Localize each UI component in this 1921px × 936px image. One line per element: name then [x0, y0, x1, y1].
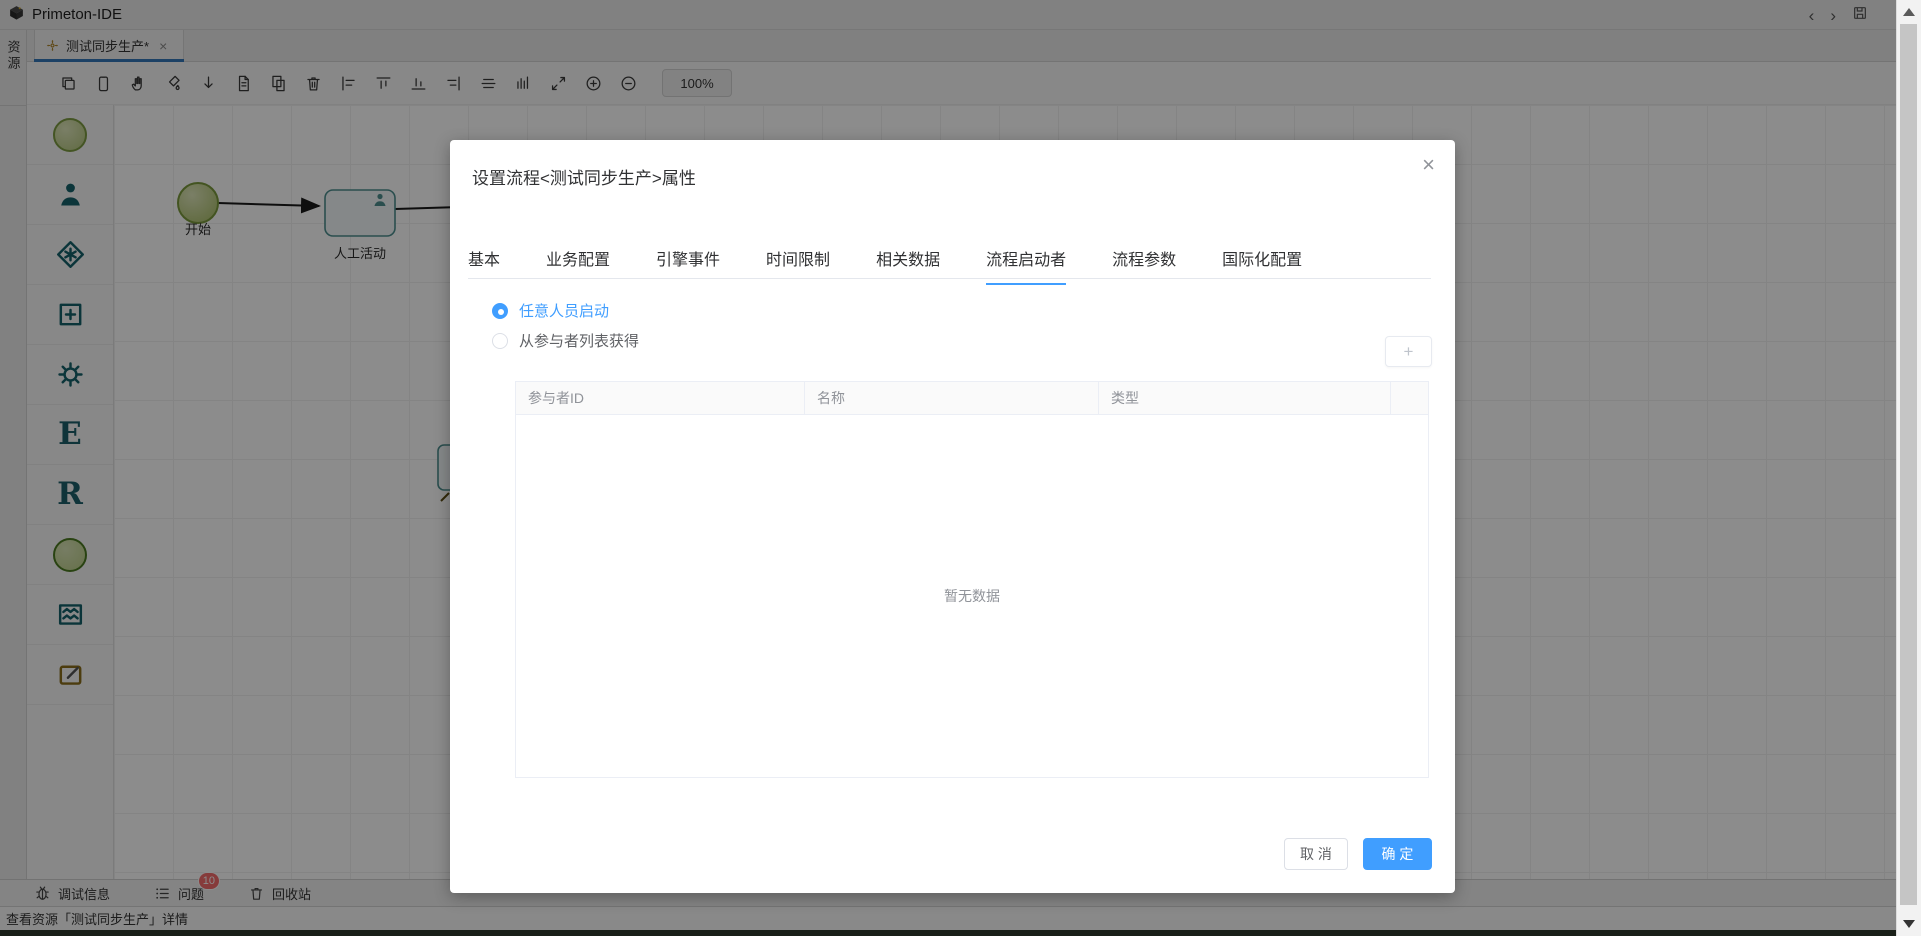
table-column-header: 参与者ID — [516, 382, 805, 414]
dialog-tab-8[interactable]: 国际化配置 — [1222, 242, 1302, 284]
radio-label: 任意人员启动 — [519, 300, 609, 321]
scrollbar-thumb[interactable] — [1900, 24, 1917, 905]
confirm-button[interactable]: 确 定 — [1363, 838, 1432, 870]
radio-option-2[interactable]: 从参与者列表获得 — [492, 330, 639, 351]
dialog-tab-5[interactable]: 相关数据 — [876, 242, 940, 284]
dialog-tab-7[interactable]: 流程参数 — [1112, 242, 1176, 284]
radio-option-1[interactable]: 任意人员启动 — [492, 300, 639, 321]
scrollbar-down-icon[interactable] — [1903, 920, 1915, 928]
table-header-row: 参与者ID名称类型 — [516, 382, 1428, 415]
table-column-header-empty — [1391, 382, 1428, 414]
scrollbar-up-icon[interactable] — [1903, 8, 1915, 16]
dialog-footer: 取 消 确 定 — [1284, 838, 1432, 870]
dialog-close-icon[interactable]: × — [1422, 154, 1435, 176]
dialog-tab-1[interactable]: 基本 — [468, 242, 500, 284]
dialog-tab-6[interactable]: 流程启动者 — [986, 242, 1066, 284]
dialog-tab-2[interactable]: 业务配置 — [546, 242, 610, 284]
participants-table: 参与者ID名称类型 暂无数据 — [515, 381, 1429, 778]
table-empty-text: 暂无数据 — [944, 586, 1000, 606]
radio-label: 从参与者列表获得 — [519, 330, 639, 351]
radio-icon[interactable] — [492, 333, 508, 349]
table-column-header: 名称 — [805, 382, 1099, 414]
starter-radio-group: 任意人员启动从参与者列表获得 — [492, 300, 639, 351]
process-properties-dialog: 设置流程<测试同步生产>属性 × 基本业务配置引擎事件时间限制相关数据流程启动者… — [450, 140, 1455, 893]
cancel-button[interactable]: 取 消 — [1284, 838, 1348, 870]
vertical-scrollbar[interactable] — [1896, 0, 1921, 936]
application-window: Primeton-IDE ‹ › 资源 — [0, 0, 1921, 936]
radio-icon[interactable] — [492, 303, 508, 319]
dialog-title: 设置流程<测试同步生产>属性 — [472, 164, 696, 189]
dialog-tabs: 基本业务配置引擎事件时间限制相关数据流程启动者流程参数国际化配置 — [468, 242, 1431, 279]
table-body: 暂无数据 — [516, 415, 1428, 777]
dialog-tab-4[interactable]: 时间限制 — [766, 242, 830, 284]
dialog-tab-3[interactable]: 引擎事件 — [656, 242, 720, 284]
add-participant-button[interactable]: + — [1385, 336, 1432, 367]
table-column-header: 类型 — [1099, 382, 1391, 414]
